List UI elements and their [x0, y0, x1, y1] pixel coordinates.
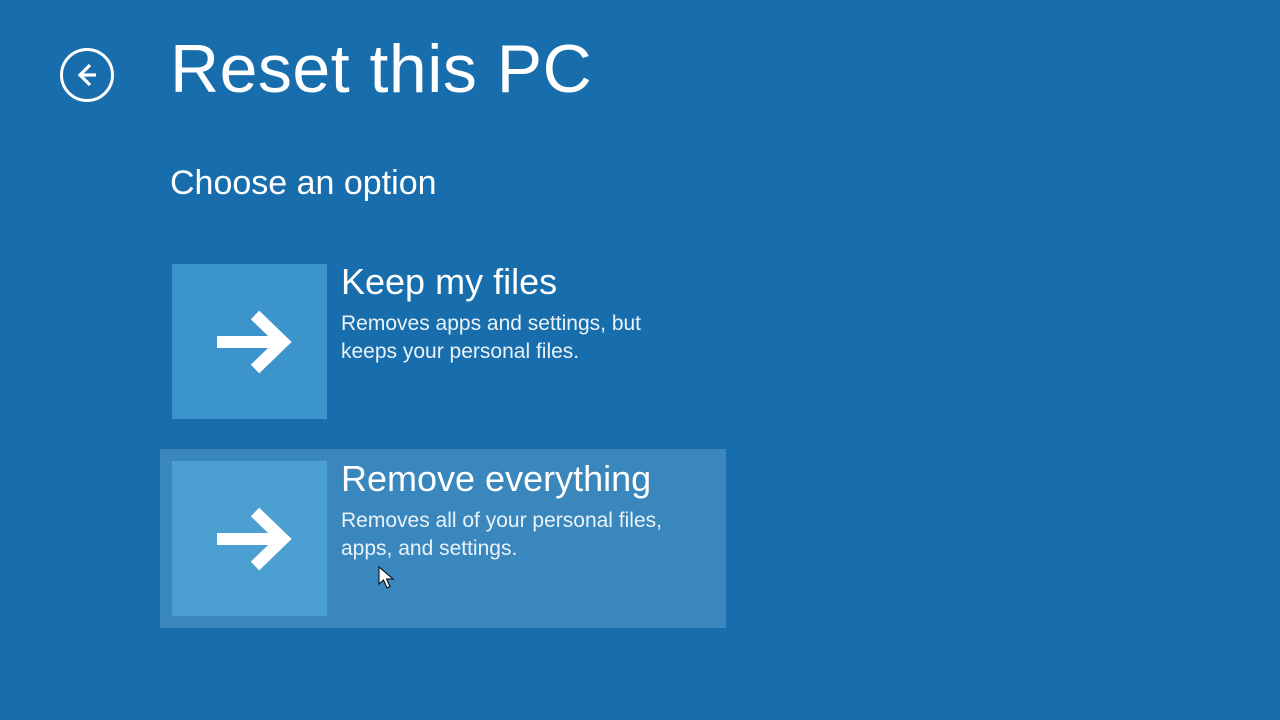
option-remove-everything[interactable]: Remove everything Removes all of your pe…	[160, 449, 726, 628]
option-tile	[172, 461, 327, 616]
page-subtitle: Choose an option	[170, 164, 437, 203]
recovery-screen: Reset this PC Choose an option Keep my f…	[0, 0, 1280, 720]
options-list: Keep my files Removes apps and settings,…	[160, 252, 726, 646]
back-button[interactable]	[60, 48, 114, 102]
option-title: Keep my files	[341, 262, 687, 302]
option-text: Remove everything Removes all of your pe…	[327, 461, 687, 616]
arrow-right-icon	[205, 297, 295, 387]
option-keep-my-files[interactable]: Keep my files Removes apps and settings,…	[160, 252, 726, 431]
option-description: Removes apps and settings, but keeps you…	[341, 310, 687, 367]
option-description: Removes all of your personal files, apps…	[341, 507, 687, 564]
option-text: Keep my files Removes apps and settings,…	[327, 264, 687, 419]
page-title: Reset this PC	[170, 30, 592, 108]
arrow-right-icon	[205, 494, 295, 584]
back-arrow-icon	[72, 60, 102, 90]
option-title: Remove everything	[341, 459, 687, 499]
option-tile	[172, 264, 327, 419]
